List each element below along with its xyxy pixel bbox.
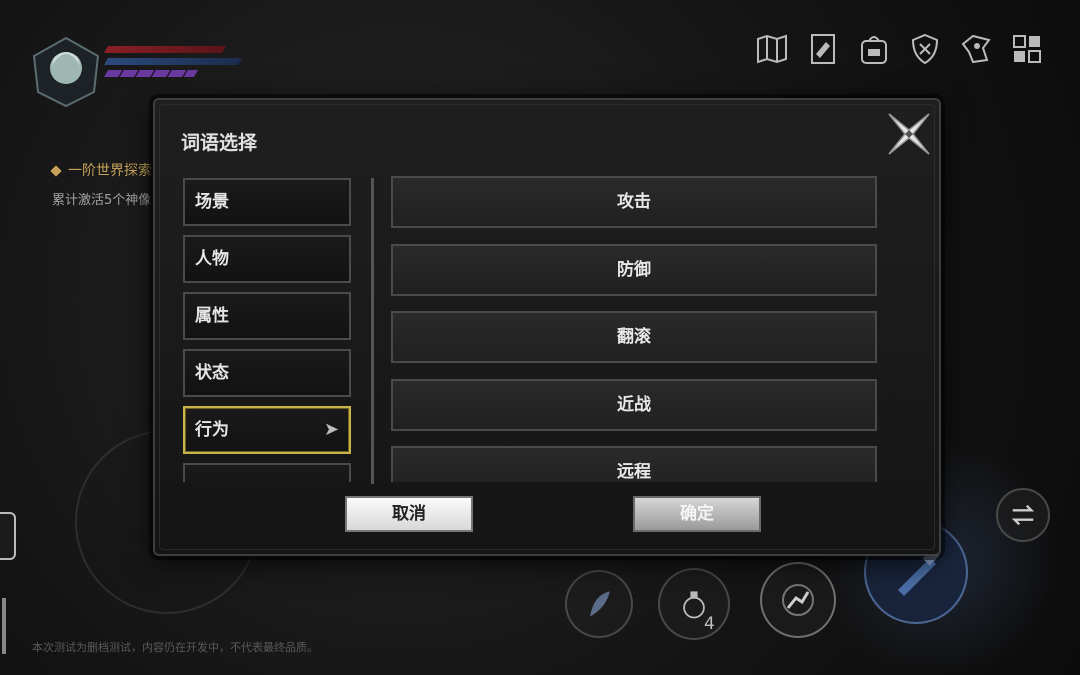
mp-bar [103, 58, 243, 65]
side-panel-handle[interactable] [0, 512, 16, 560]
category-item-more[interactable] [183, 463, 351, 482]
character-icon[interactable] [957, 30, 995, 68]
word-item-attack[interactable]: 攻击 [391, 176, 877, 228]
quest-diamond-icon [50, 165, 62, 177]
confirm-button[interactable]: 确定 [633, 496, 761, 532]
cancel-button[interactable]: 取消 [345, 496, 473, 532]
shield-icon[interactable] [906, 30, 944, 68]
word-item-ranged[interactable]: 远程 [391, 446, 877, 482]
selected-arrow-icon: ➤ [323, 419, 339, 440]
category-item-attribute[interactable]: 属性 [183, 292, 351, 340]
dodge-skill-button[interactable] [760, 562, 836, 638]
quest-title[interactable]: 一阶世界探索 [50, 160, 152, 180]
word-list[interactable]: 攻击 防御 翻滚 近战 远程 [391, 176, 879, 482]
category-item-character[interactable]: 人物 [183, 235, 351, 283]
category-item-action[interactable]: 行为 ➤ [183, 406, 351, 454]
dialog-title: 词语选择 [181, 132, 258, 154]
close-button[interactable] [883, 108, 935, 160]
status-bars [103, 46, 246, 82]
feather-skill-button[interactable] [565, 570, 633, 638]
close-icon [888, 113, 930, 155]
side-scroll-indicator [2, 598, 6, 654]
player-portrait [28, 36, 104, 108]
list-divider [371, 178, 374, 484]
potion-count: 4 [704, 614, 715, 634]
word-select-dialog: 词语选择 场景 人物 属性 状态 行为 ➤ 攻击 防御 翻滚 近战 远程 取消 确… [153, 98, 941, 556]
category-list[interactable]: 场景 人物 属性 状态 行为 ➤ [183, 178, 355, 482]
test-disclaimer: 本次测试为删档测试，内容仍在开发中，不代表最终品质。 [32, 641, 318, 654]
word-item-roll[interactable]: 翻滚 [391, 311, 877, 363]
category-item-scene[interactable]: 场景 [183, 178, 351, 226]
map-icon[interactable] [753, 30, 791, 68]
backpack-icon[interactable] [855, 30, 893, 68]
stamina-bar [103, 70, 199, 77]
quest-description: 累计激活5个神像 [52, 193, 152, 208]
potion-button[interactable] [658, 568, 730, 640]
word-item-defend[interactable]: 防御 [391, 243, 877, 296]
hp-bar [103, 46, 227, 53]
word-item-melee[interactable]: 近战 [391, 378, 877, 431]
menu-grid-icon[interactable] [1008, 30, 1046, 68]
swap-button[interactable] [996, 488, 1050, 542]
category-item-status[interactable]: 状态 [183, 349, 351, 397]
top-menu [753, 30, 1046, 68]
journal-icon[interactable] [804, 30, 842, 68]
